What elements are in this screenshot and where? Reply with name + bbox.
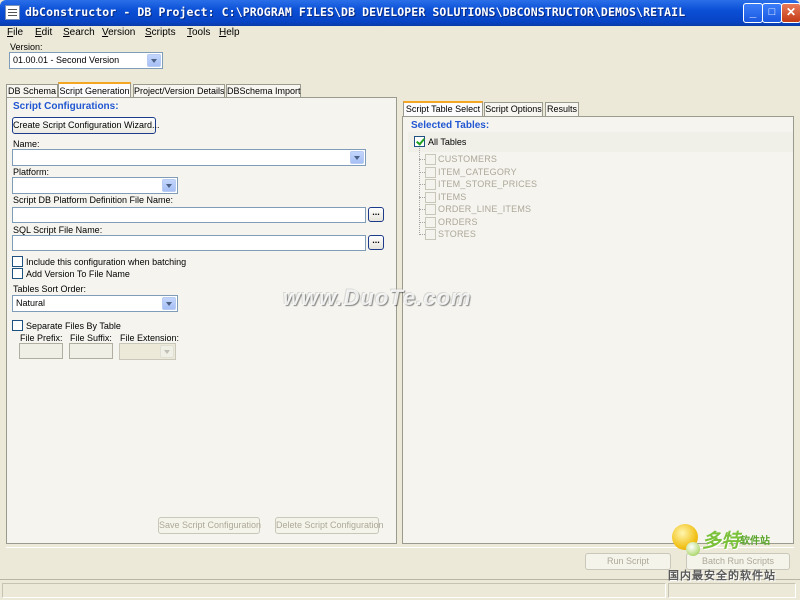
all-tables-checkbox[interactable] <box>414 136 425 147</box>
table-label-orders: ORDERS <box>438 217 478 227</box>
sql-script-file-label: SQL Script File Name: <box>13 225 103 235</box>
status-panel <box>2 583 666 598</box>
logo-bubble-icon <box>686 542 700 556</box>
file-suffix-label: File Suffix: <box>70 333 112 343</box>
separate-files-checkbox[interactable] <box>12 320 23 331</box>
include-batching-checkbox[interactable] <box>12 256 23 267</box>
chevron-down-icon[interactable] <box>147 54 161 67</box>
platform-select[interactable] <box>12 177 178 194</box>
version-select[interactable]: 01.00.01 - Second Version <box>9 52 163 69</box>
script-configurations-title: Script Configurations: <box>13 101 119 112</box>
selected-tables-title: Selected Tables: <box>411 120 490 131</box>
table-checkbox-item-store-prices[interactable] <box>425 179 436 190</box>
tab-script-options[interactable]: Script Options <box>484 102 543 117</box>
name-label: Name: <box>13 139 40 149</box>
table-checkbox-stores[interactable] <box>425 229 436 240</box>
table-checkbox-customers[interactable] <box>425 154 436 165</box>
menu-tools[interactable]: Tools <box>187 27 210 38</box>
delete-configuration-button[interactable]: Delete Script Configuration <box>275 517 384 534</box>
sort-order-label: Tables Sort Order: <box>13 284 87 294</box>
create-wizard-button[interactable]: Create Script Configuration Wizard... <box>12 117 160 134</box>
table-label-item-store-prices: ITEM_STORE_PRICES <box>438 179 538 189</box>
app-icon[interactable] <box>5 5 20 20</box>
browse-platform-def-button[interactable]: ... <box>368 207 384 222</box>
window-title: dbConstructor - DB Project: C:\PROGRAM F… <box>25 5 686 19</box>
watermark-text: www.DuoTe.com <box>283 285 472 310</box>
run-script-button[interactable]: Run Script <box>585 553 671 570</box>
chevron-down-icon[interactable] <box>162 179 176 192</box>
add-version-checkbox[interactable] <box>12 268 23 279</box>
chevron-down-icon[interactable] <box>160 345 174 358</box>
file-extension-select[interactable] <box>119 343 176 360</box>
platform-def-file-input[interactable] <box>12 207 366 223</box>
include-batching-label: Include this configuration when batching <box>26 257 187 267</box>
table-label-items: ITEMS <box>438 192 467 202</box>
menu-file[interactable]: File <box>7 27 23 38</box>
sort-order-select[interactable]: Natural <box>12 295 178 312</box>
table-label-stores: STORES <box>438 229 477 239</box>
file-extension-label: File Extension: <box>120 333 180 343</box>
menu-search[interactable]: Search <box>63 27 95 38</box>
watermark-logo: 多特 软件站 国内最安全的软件站 <box>668 522 792 586</box>
chevron-down-icon[interactable] <box>350 151 364 164</box>
tab-results[interactable]: Results <box>545 102 579 117</box>
file-suffix-input[interactable] <box>69 343 113 359</box>
file-prefix-label: File Prefix: <box>20 333 63 343</box>
platform-label: Platform: <box>13 167 50 177</box>
version-select-value: 01.00.01 - Second Version <box>13 55 120 65</box>
platform-def-file-label: Script DB Platform Definition File Name: <box>13 195 174 205</box>
title-bar[interactable]: dbConstructor - DB Project: C:\PROGRAM F… <box>0 0 800 26</box>
menu-edit[interactable]: Edit <box>35 27 52 38</box>
menu-help[interactable]: Help <box>219 27 240 38</box>
table-checkbox-orders[interactable] <box>425 217 436 228</box>
menu-scripts[interactable]: Scripts <box>145 27 176 38</box>
table-checkbox-items[interactable] <box>425 192 436 203</box>
add-version-label: Add Version To File Name <box>26 269 130 279</box>
minimize-button[interactable]: _ <box>743 3 763 23</box>
chevron-down-icon[interactable] <box>162 297 176 310</box>
sort-order-value: Natural <box>16 298 46 308</box>
version-label: Version: <box>10 42 43 52</box>
table-checkbox-order-line-items[interactable] <box>425 204 436 215</box>
table-checkbox-item-category[interactable] <box>425 167 436 178</box>
file-prefix-input[interactable] <box>19 343 63 359</box>
tab-script-table-select[interactable]: Script Table Select <box>403 101 483 117</box>
table-label-order-line-items: ORDER_LINE_ITEMS <box>438 204 532 214</box>
name-select[interactable] <box>12 149 366 166</box>
menu-version[interactable]: Version <box>102 27 135 38</box>
close-button[interactable]: ✕ <box>781 3 800 23</box>
all-tables-label: All Tables <box>428 137 467 147</box>
separate-files-label: Separate Files By Table <box>26 321 121 331</box>
browse-sql-file-button[interactable]: ... <box>368 235 384 250</box>
menu-bar: File Edit Search Version Scripts Tools H… <box>0 26 800 44</box>
save-configuration-button[interactable]: Save Script Configuration <box>158 517 261 534</box>
maximize-button[interactable]: □ <box>762 3 782 23</box>
table-label-customers: CUSTOMERS <box>438 154 498 164</box>
sql-script-file-input[interactable] <box>12 235 366 251</box>
table-label-item-category: ITEM_CATEGORY <box>438 167 517 177</box>
